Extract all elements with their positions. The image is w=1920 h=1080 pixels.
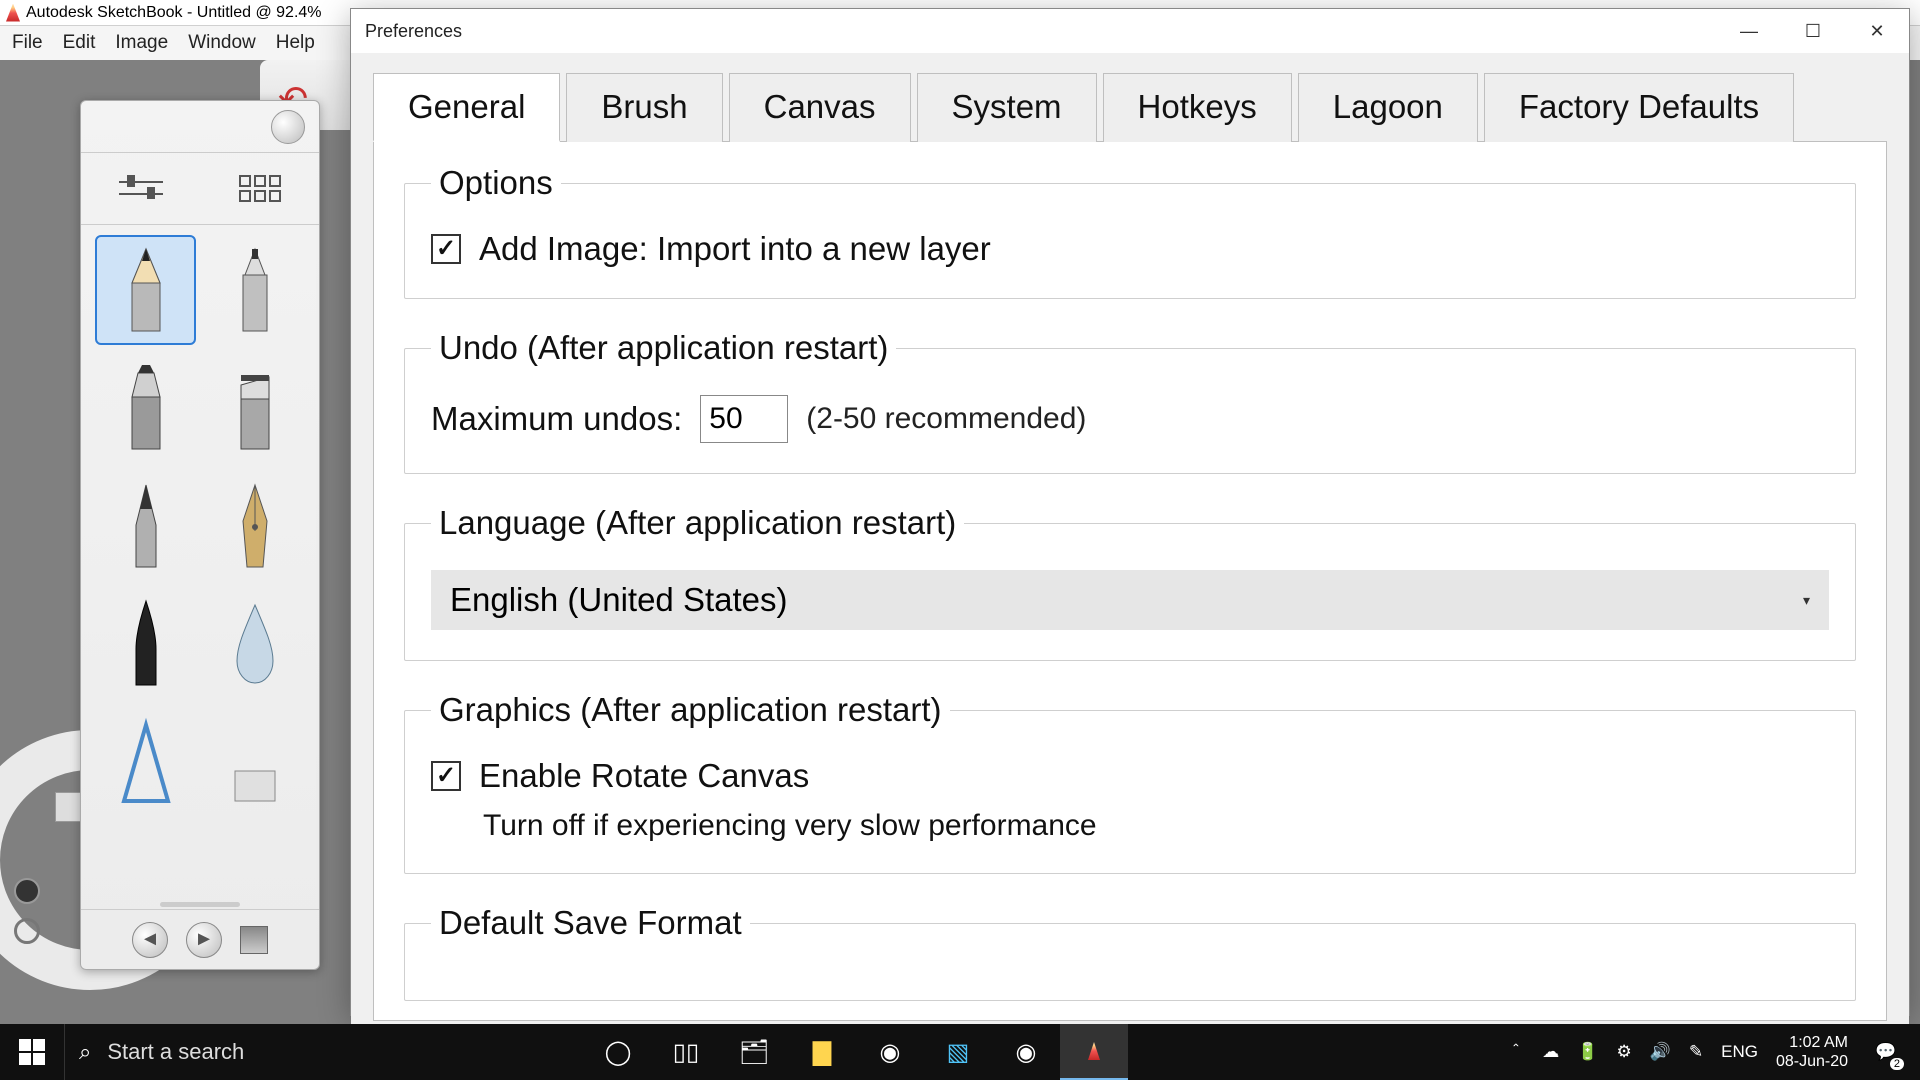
- group-graphics-legend: Graphics (After application restart): [431, 691, 950, 729]
- menu-image[interactable]: Image: [107, 30, 176, 56]
- menu-window[interactable]: Window: [180, 30, 264, 56]
- search-icon: ⌕: [79, 1039, 91, 1065]
- brush-palette-panel: ◄ ►: [80, 100, 320, 970]
- select-language-value: English (United States): [450, 581, 788, 619]
- brush-palette-controls: [81, 153, 319, 225]
- chevron-down-icon: ▾: [1803, 592, 1810, 609]
- group-undo-legend: Undo (After application restart): [431, 329, 896, 367]
- checkbox-add-image-new-layer[interactable]: [431, 234, 461, 264]
- menu-help[interactable]: Help: [268, 30, 323, 56]
- brush-flat-wash[interactable]: [204, 707, 305, 817]
- brush-technical-pen[interactable]: [204, 235, 305, 345]
- brush-prev-button[interactable]: ◄: [132, 922, 168, 958]
- tray-volume-icon[interactable]: 🔊: [1650, 1042, 1671, 1062]
- taskbar-notes-icon[interactable]: ▇: [788, 1024, 856, 1080]
- maximize-button[interactable]: ☐: [1781, 9, 1845, 53]
- tray-clock[interactable]: 1:02 AM 08-Jun-20: [1776, 1033, 1848, 1071]
- input-max-undos[interactable]: [700, 395, 788, 443]
- taskbar-cortana-icon[interactable]: ◯: [584, 1024, 652, 1080]
- taskbar-apps: ◯ ▯▯ 🗂 ▇ ◉ ▧ ◉: [584, 1024, 1128, 1080]
- tab-hotkeys[interactable]: Hotkeys: [1103, 73, 1292, 142]
- group-default-save-format-legend: Default Save Format: [431, 904, 750, 942]
- label-enable-rotate-canvas: Enable Rotate Canvas: [479, 757, 809, 795]
- checkbox-enable-rotate-canvas[interactable]: [431, 761, 461, 791]
- taskbar-search[interactable]: ⌕ Start a search: [64, 1024, 584, 1080]
- menu-edit[interactable]: Edit: [55, 30, 104, 56]
- brush-chisel-marker[interactable]: [95, 353, 196, 463]
- minimize-button[interactable]: —: [1717, 9, 1781, 53]
- tray-pen-icon[interactable]: ✎: [1689, 1042, 1703, 1062]
- lagoon-empty-swatch[interactable]: [14, 918, 40, 944]
- group-graphics: Graphics (After application restart) Ena…: [404, 691, 1856, 874]
- tab-brush[interactable]: Brush: [566, 73, 722, 142]
- system-tray: ＾ ☁ 🔋 ⚙ 🔊 ✎ ENG 1:02 AM 08-Jun-20 💬2: [1507, 1032, 1920, 1072]
- tab-general[interactable]: General: [373, 73, 560, 142]
- taskbar-photos-icon[interactable]: ▧: [924, 1024, 992, 1080]
- brush-flat-chisel[interactable]: [204, 353, 305, 463]
- preferences-titlebar[interactable]: Preferences — ☐ ✕: [351, 9, 1909, 53]
- brush-grid: [81, 225, 319, 901]
- brush-properties-icon[interactable]: [119, 175, 163, 203]
- brush-preview-swatch[interactable]: [271, 110, 305, 144]
- label-add-image-new-layer: Add Image: Import into a new layer: [479, 230, 991, 268]
- group-undo: Undo (After application restart) Maximum…: [404, 329, 1856, 474]
- group-language-legend: Language (After application restart): [431, 504, 964, 542]
- group-default-save-format: Default Save Format: [404, 904, 1856, 1001]
- brush-palette-header: [81, 101, 319, 153]
- tab-canvas[interactable]: Canvas: [729, 73, 911, 142]
- tab-system[interactable]: System: [917, 73, 1097, 142]
- brush-brush-tip[interactable]: [95, 589, 196, 699]
- brush-nib-pen[interactable]: [204, 471, 305, 581]
- brush-panel-resize-handle[interactable]: [81, 901, 319, 909]
- sketchbook-app-icon: [6, 4, 20, 22]
- tray-onedrive-icon[interactable]: ☁: [1542, 1042, 1559, 1062]
- tray-time: 1:02 AM: [1789, 1033, 1848, 1052]
- brush-panel-footer: ◄ ►: [81, 909, 319, 969]
- select-language[interactable]: English (United States) ▾: [431, 570, 1829, 630]
- brush-pencil[interactable]: [95, 235, 196, 345]
- taskbar-search-placeholder: Start a search: [107, 1039, 244, 1065]
- start-button[interactable]: [0, 1024, 64, 1080]
- tray-date: 08-Jun-20: [1776, 1052, 1848, 1071]
- group-language: Language (After application restart) Eng…: [404, 504, 1856, 661]
- brush-soft-triangle[interactable]: [95, 707, 196, 817]
- brush-ink-drop[interactable]: [204, 589, 305, 699]
- taskbar-chrome-icon[interactable]: ◉: [856, 1024, 924, 1080]
- app-title: Autodesk SketchBook - Untitled @ 92.4%: [26, 4, 322, 22]
- close-button[interactable]: ✕: [1845, 9, 1909, 53]
- lagoon-color-swatch[interactable]: [14, 878, 40, 904]
- tab-lagoon[interactable]: Lagoon: [1298, 73, 1478, 142]
- brush-view-toggle[interactable]: [240, 926, 268, 954]
- preferences-dialog: Preferences — ☐ ✕ General Brush Canvas S…: [350, 8, 1910, 1016]
- tray-language[interactable]: ENG: [1721, 1042, 1758, 1062]
- tray-notif-badge: 2: [1890, 1058, 1904, 1070]
- tray-notifications-icon[interactable]: 💬2: [1866, 1032, 1906, 1072]
- hint-max-undos: (2-50 recommended): [806, 402, 1086, 436]
- windows-logo-icon: [19, 1039, 45, 1065]
- taskbar-explorer-icon[interactable]: 🗂: [720, 1024, 788, 1080]
- taskbar-chrome2-icon[interactable]: ◉: [992, 1024, 1060, 1080]
- hint-rotate-canvas: Turn off if experiencing very slow perfo…: [483, 809, 1829, 843]
- group-options-legend: Options: [431, 164, 561, 202]
- group-options: Options Add Image: Import into a new lay…: [404, 164, 1856, 299]
- tray-chevron-icon[interactable]: ＾: [1507, 1040, 1524, 1065]
- taskbar-sketchbook-icon[interactable]: [1060, 1024, 1128, 1080]
- menu-file[interactable]: File: [4, 30, 51, 56]
- taskbar-taskview-icon[interactable]: ▯▯: [652, 1024, 720, 1080]
- brush-library-icon[interactable]: [239, 175, 281, 202]
- preferences-panel-general: Options Add Image: Import into a new lay…: [373, 141, 1887, 1021]
- tab-factory-defaults[interactable]: Factory Defaults: [1484, 73, 1794, 142]
- brush-next-button[interactable]: ►: [186, 922, 222, 958]
- preferences-title: Preferences: [365, 21, 462, 42]
- tray-battery-icon[interactable]: 🔋: [1577, 1042, 1598, 1062]
- label-max-undos: Maximum undos:: [431, 400, 682, 438]
- preferences-tabs: General Brush Canvas System Hotkeys Lago…: [373, 73, 1887, 142]
- windows-taskbar: ⌕ Start a search ◯ ▯▯ 🗂 ▇ ◉ ▧ ◉ ＾ ☁ 🔋 ⚙ …: [0, 1024, 1920, 1080]
- preferences-body: General Brush Canvas System Hotkeys Lago…: [351, 53, 1909, 1041]
- tray-wifi-icon[interactable]: ⚙: [1616, 1042, 1631, 1062]
- brush-ballpoint[interactable]: [95, 471, 196, 581]
